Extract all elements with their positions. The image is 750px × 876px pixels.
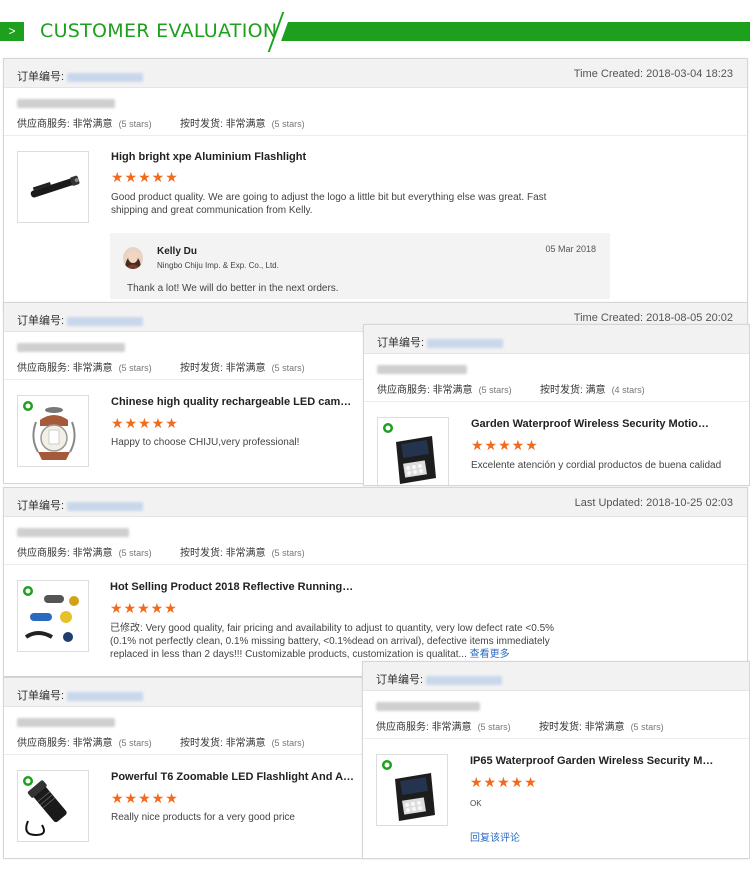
reply-text: Thank a lot! We will do better in the ne… <box>127 283 339 294</box>
review-meta: 供应商服务: 非常满意 (5 stars) 按时发货: 非常满意 (5 stars) <box>4 88 747 136</box>
avatar <box>123 247 143 269</box>
delivery-rating: 非常满意 <box>225 119 266 130</box>
brand-logo-icon <box>23 401 33 411</box>
star-rating: ★★★★★ <box>111 415 179 431</box>
review-comment: Happy to choose CHIJU,very professional! <box>111 437 300 448</box>
order-number-blurred <box>426 675 503 685</box>
product-name[interactable]: Garden Waterproof Wireless Security Moti… <box>471 418 714 430</box>
review-header: 订单编号: Time Created: 2018-03-04 18:23 <box>4 59 747 88</box>
order-number-blurred <box>67 691 144 701</box>
product-name[interactable]: Powerful T6 Zoomable LED Flashlight And … <box>111 771 356 783</box>
brand-logo-icon <box>382 760 392 770</box>
delivery-rating: 非常满意 <box>225 548 266 559</box>
delivery-rating: 满意 <box>585 385 606 396</box>
section-title: CUSTOMER EVALUATION <box>40 20 278 42</box>
order-label: 订单编号: <box>377 337 425 349</box>
review-card: 订单编号: 供应商服务: 非常满意 (5 stars) 按时发货: 满意 (4 st… <box>363 324 750 486</box>
review-header: 订单编号: <box>363 662 749 691</box>
service-rating: 非常满意 <box>432 385 473 396</box>
order-number-blurred <box>67 72 144 82</box>
order-number-blurred <box>427 338 504 348</box>
delivery-rating: 非常满意 <box>584 722 625 733</box>
brand-logo-icon <box>23 586 33 596</box>
service-rating: 非常满意 <box>72 548 113 559</box>
order-label: 订单编号: <box>17 71 65 83</box>
delivery-label: 按时发货: <box>539 722 582 733</box>
service-label: 供应商服务: <box>17 119 70 130</box>
service-label: 供应商服务: <box>17 548 70 559</box>
product-image[interactable] <box>376 754 448 826</box>
review-comment: OK <box>470 799 482 808</box>
banner-bar <box>274 22 750 41</box>
product-name[interactable]: IP65 Waterproof Garden Wireless Security… <box>470 755 715 767</box>
order-label: 订单编号: <box>17 315 65 327</box>
order-label: 订单编号: <box>17 500 65 512</box>
order-label: 订单编号: <box>17 690 65 702</box>
delivery-label: 按时发货: <box>180 363 223 374</box>
service-rating: 非常满意 <box>72 363 113 374</box>
review-time: Time Created: 2018-03-04 18:23 <box>573 68 733 80</box>
service-label: 供应商服务: <box>376 722 429 733</box>
delivery-label: 按时发货: <box>180 738 223 749</box>
delivery-label: 按时发货: <box>180 548 223 559</box>
review-meta: 供应商服务: 非常满意 (5 stars) 按时发货: 非常满意 (5 stars) <box>363 691 749 739</box>
star-rating: ★★★★★ <box>470 774 538 790</box>
service-label: 供应商服务: <box>377 385 430 396</box>
order-number-blurred <box>67 501 144 511</box>
product-name[interactable]: Hot Selling Product 2018 Reflective Runn… <box>110 581 355 593</box>
section-banner: > CUSTOMER EVALUATION <box>0 0 750 62</box>
review-comment: Good product quality. We are going to ad… <box>111 192 547 216</box>
brand-logo-icon <box>23 776 33 786</box>
service-label: 供应商服务: <box>17 363 70 374</box>
buyer-name-blurred <box>17 527 129 537</box>
chevron-right-icon: > <box>0 22 24 41</box>
review-time: Last Updated: 2018-10-25 02:03 <box>574 497 733 509</box>
review-meta: 供应商服务: 非常满意 (5 stars) 按时发货: 满意 (4 stars) <box>364 354 749 402</box>
review-card: 订单编号: 供应商服务: 非常满意 (5 stars) 按时发货: 非常满意 (5 … <box>362 661 750 859</box>
product-image[interactable] <box>17 395 89 467</box>
star-rating: ★★★★★ <box>110 600 178 616</box>
review-comment: Really nice products for a very good pri… <box>111 812 295 823</box>
review-meta: 供应商服务: 非常满意 (5 stars) 按时发货: 非常满意 (5 stars) <box>4 517 747 565</box>
review-header: 订单编号: Last Updated: 2018-10-25 02:03 <box>4 488 747 517</box>
product-image[interactable] <box>17 580 89 652</box>
reply-author: Kelly Du <box>157 246 198 257</box>
star-rating: ★★★★★ <box>471 437 539 453</box>
view-more-link[interactable]: 查看更多 <box>470 649 510 660</box>
product-image[interactable] <box>377 417 449 485</box>
order-number-blurred <box>67 316 144 326</box>
reply-company: Ningbo Chiju Imp. & Exp. Co., Ltd. <box>157 261 279 270</box>
review-card: 订单编号: Last Updated: 2018-10-25 02:03 供应商… <box>3 487 748 677</box>
brand-logo-icon <box>383 423 393 433</box>
seller-reply: Kelly Du Ningbo Chiju Imp. & Exp. Co., L… <box>110 233 610 299</box>
product-name[interactable]: Chinese high quality rechargeable LED ca… <box>111 396 355 408</box>
star-rating: ★★★★★ <box>111 790 179 806</box>
star-rating: ★★★★★ <box>111 169 179 185</box>
delivery-rating: 非常满意 <box>225 738 266 749</box>
reply-comment-link[interactable]: 回复该评论 <box>470 829 520 844</box>
review-comment: Excelente atención y cordial productos d… <box>471 460 722 471</box>
order-label: 订单编号: <box>376 674 424 686</box>
product-name[interactable]: High bright xpe Aluminium Flashlight <box>111 151 311 163</box>
product-image[interactable] <box>17 151 89 223</box>
delivery-label: 按时发货: <box>540 385 583 396</box>
buyer-name-blurred <box>377 364 467 374</box>
service-label: 供应商服务: <box>17 738 70 749</box>
edited-label: 已修改: <box>110 623 143 634</box>
review-card: 订单编号: Time Created: 2018-03-04 18:23 供应商… <box>3 58 748 308</box>
service-rating: 非常满意 <box>431 722 472 733</box>
service-rating: 非常满意 <box>72 119 113 130</box>
product-image[interactable] <box>17 770 89 842</box>
review-time: Time Created: 2018-08-05 20:02 <box>573 312 733 324</box>
review-header: 订单编号: <box>364 325 749 354</box>
buyer-name-blurred <box>17 98 115 108</box>
buyer-name-blurred <box>17 342 125 352</box>
delivery-rating: 非常满意 <box>225 363 266 374</box>
buyer-name-blurred <box>17 717 115 727</box>
buyer-name-blurred <box>376 701 480 711</box>
delivery-label: 按时发货: <box>180 119 223 130</box>
reply-date: 05 Mar 2018 <box>545 244 596 254</box>
service-rating: 非常满意 <box>72 738 113 749</box>
review-comment: 已修改: Very good quality, fair pricing and… <box>110 623 555 660</box>
